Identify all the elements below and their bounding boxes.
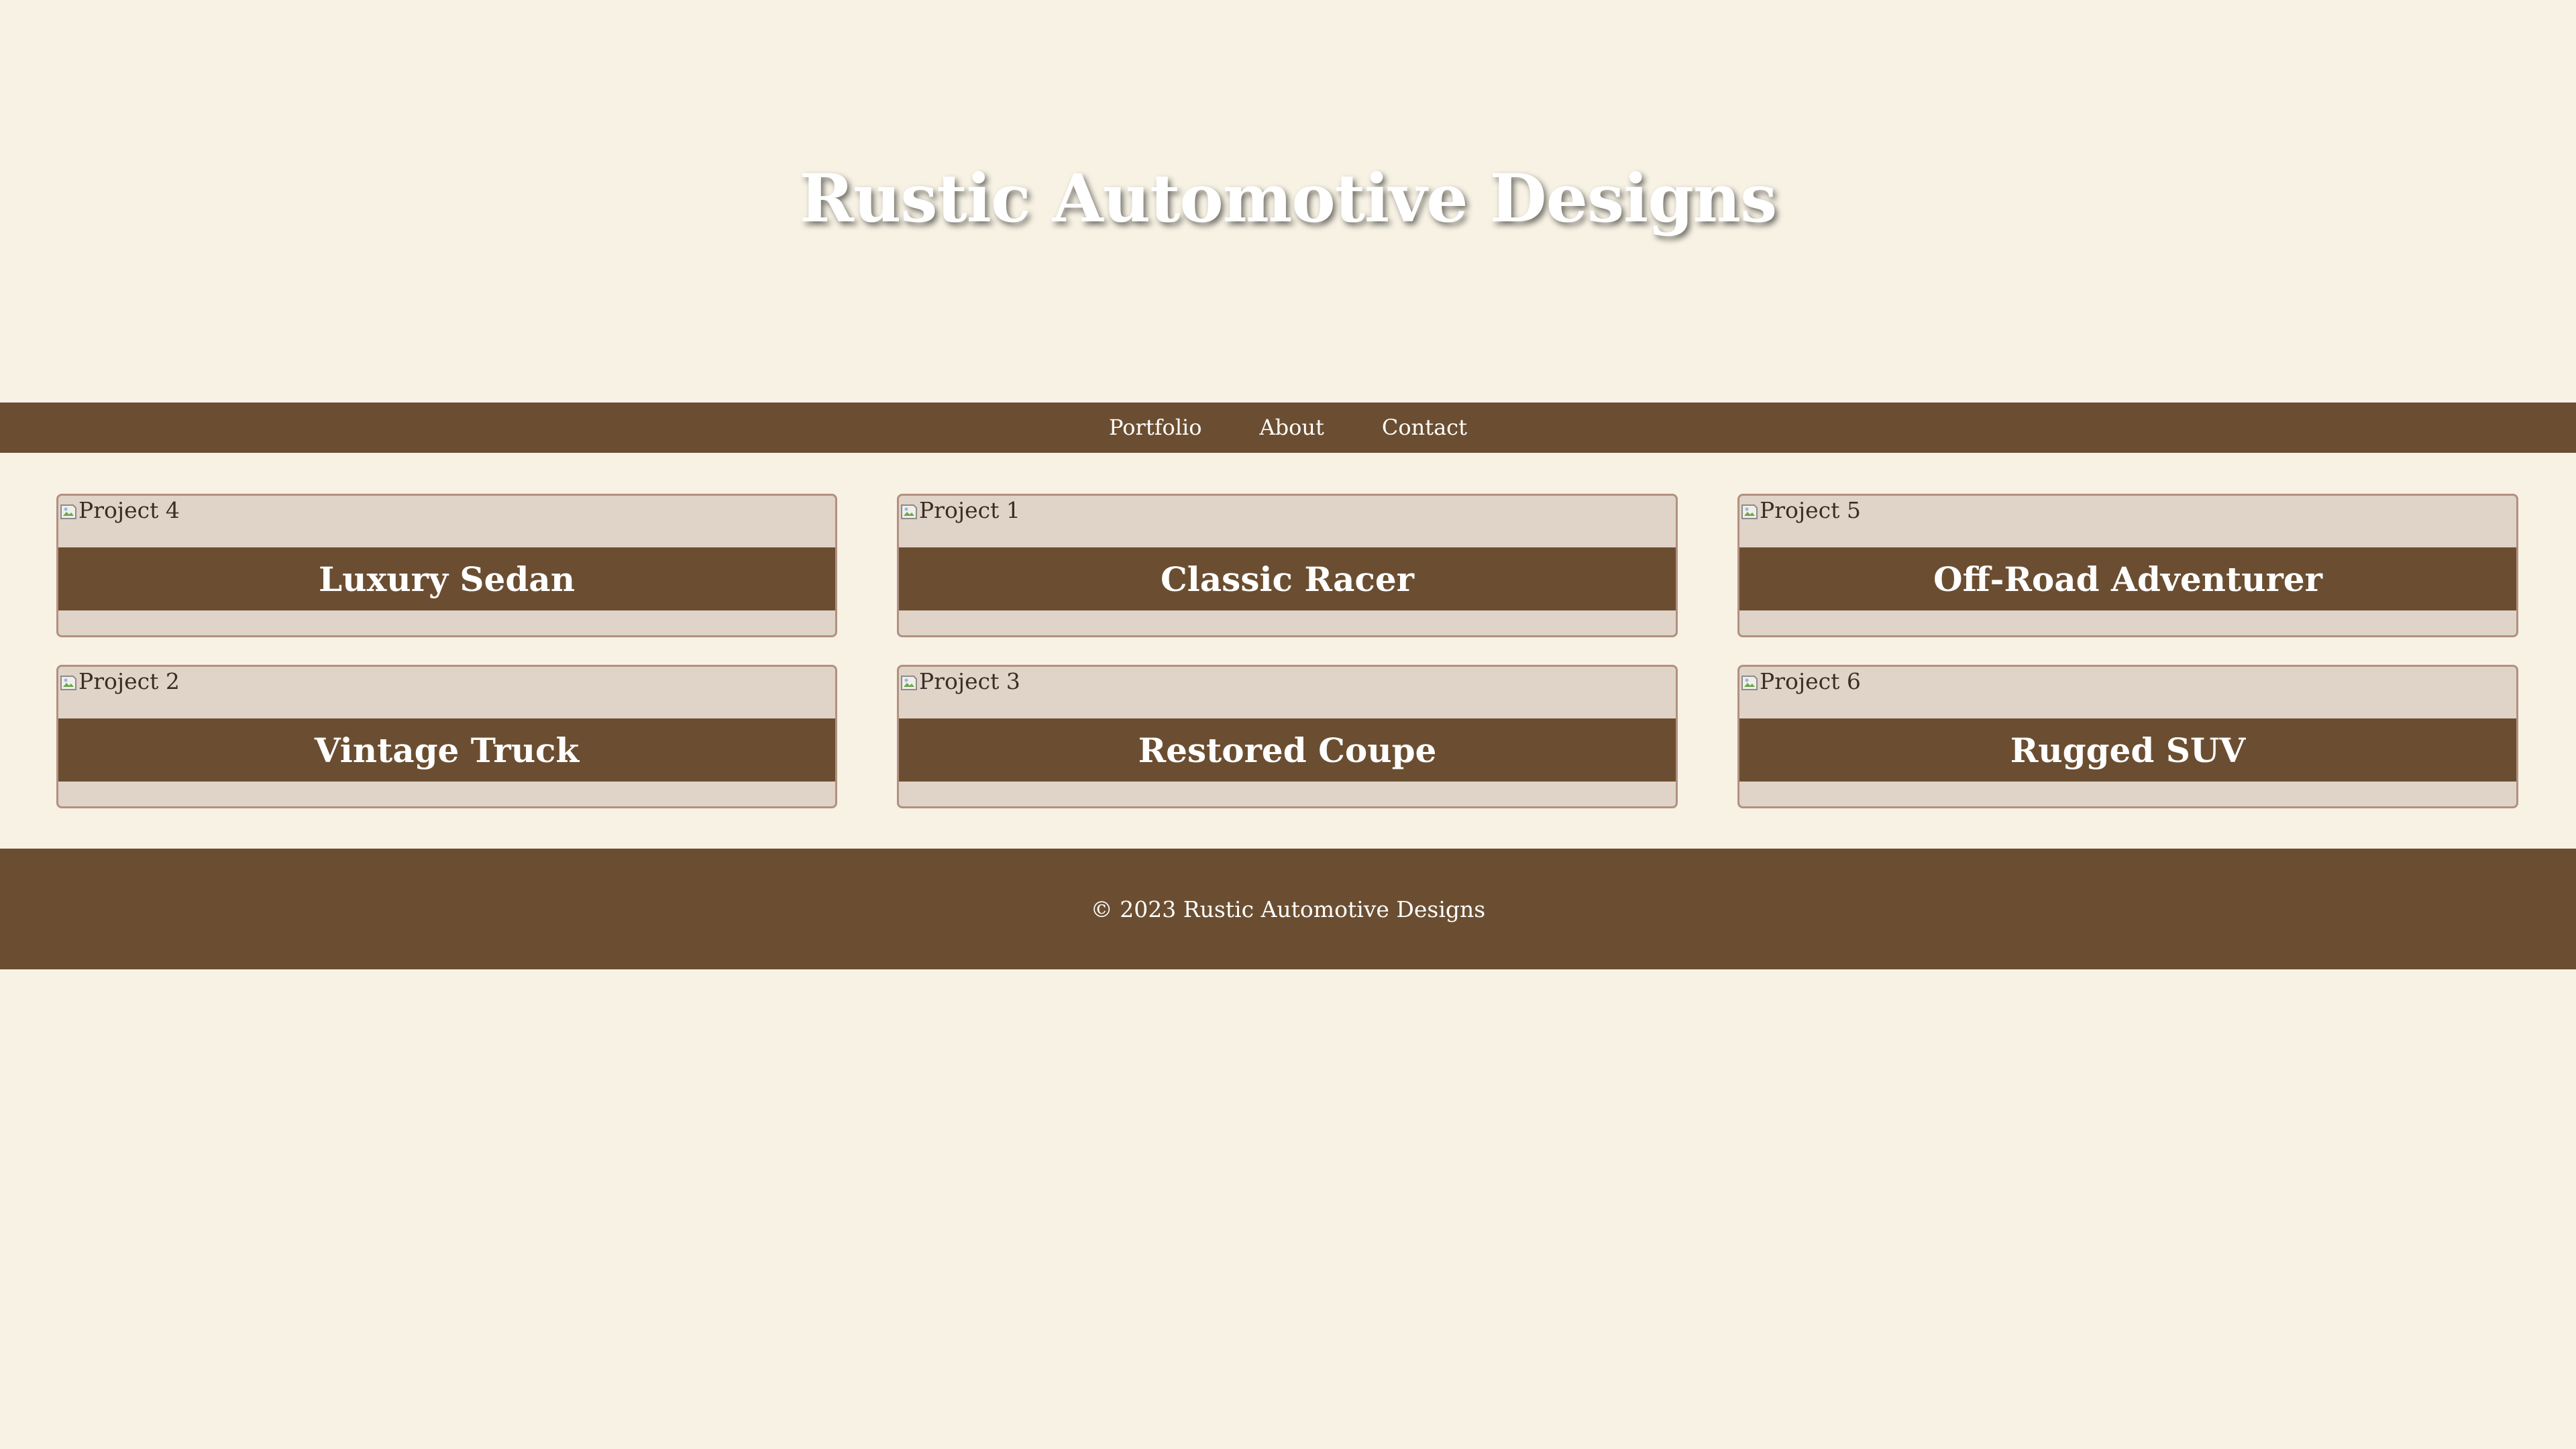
nav-link-contact[interactable]: Contact	[1353, 402, 1496, 453]
main-nav: Portfolio About Contact	[0, 402, 2576, 453]
portfolio-card[interactable]: Project 3 Restored Coupe	[897, 665, 1678, 808]
project-image: Project 5	[1739, 496, 1861, 549]
portfolio-card[interactable]: Project 5 Off-Road Adventurer	[1737, 494, 2518, 637]
hero-header: Rustic Automotive Designs	[0, 0, 2576, 402]
project-image-alt: Project 5	[1760, 497, 1861, 523]
card-title: Luxury Sedan	[58, 547, 835, 610]
site-title: Rustic Automotive Designs	[799, 160, 1778, 237]
nav-link-portfolio[interactable]: Portfolio	[1080, 402, 1231, 453]
project-image: Project 6	[1739, 667, 1861, 720]
portfolio-card[interactable]: Project 2 Vintage Truck	[56, 665, 837, 808]
project-image-alt: Project 1	[919, 497, 1020, 523]
project-image-alt: Project 4	[78, 497, 180, 523]
broken-image-icon	[899, 672, 919, 692]
project-image: Project 3	[899, 667, 1020, 720]
portfolio-card[interactable]: Project 4 Luxury Sedan	[56, 494, 837, 637]
nav-link-about[interactable]: About	[1231, 402, 1353, 453]
card-title: Classic Racer	[899, 547, 1676, 610]
broken-image-icon	[1739, 501, 1760, 521]
project-image-alt: Project 3	[919, 668, 1020, 694]
card-title: Rugged SUV	[1739, 718, 2516, 782]
portfolio-card[interactable]: Project 6 Rugged SUV	[1737, 665, 2518, 808]
page: Rustic Automotive Designs Portfolio Abou…	[0, 0, 2576, 1449]
project-image-alt: Project 2	[78, 668, 180, 694]
project-image: Project 4	[58, 496, 180, 549]
portfolio-card[interactable]: Project 1 Classic Racer	[897, 494, 1678, 637]
card-title: Off-Road Adventurer	[1739, 547, 2516, 610]
site-footer: © 2023 Rustic Automotive Designs	[0, 849, 2576, 969]
broken-image-icon	[899, 501, 919, 521]
project-image: Project 2	[58, 667, 180, 720]
card-title: Restored Coupe	[899, 718, 1676, 782]
copyright-text: © 2023 Rustic Automotive Designs	[1090, 896, 1486, 922]
card-title: Vintage Truck	[58, 718, 835, 782]
portfolio-gallery: Project 4 Luxury Sedan Project 1 Classic…	[56, 494, 2518, 808]
project-image: Project 1	[899, 496, 1020, 549]
broken-image-icon	[1739, 672, 1760, 692]
project-image-alt: Project 6	[1760, 668, 1861, 694]
broken-image-icon	[58, 501, 78, 521]
broken-image-icon	[58, 672, 78, 692]
